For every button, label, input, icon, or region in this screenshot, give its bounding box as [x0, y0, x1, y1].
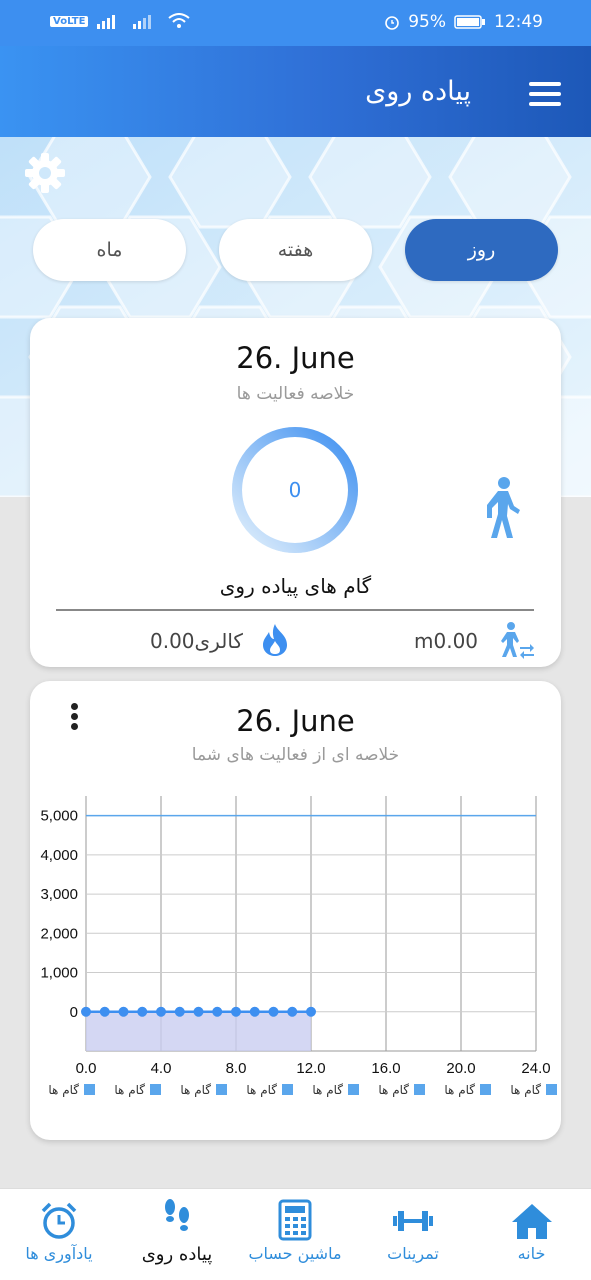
activity-summary-card: 26. June خلاصه فعالیت ها 0 گام های پیاده…	[30, 318, 561, 667]
signal-icon	[97, 15, 116, 29]
legend-swatch	[282, 1084, 293, 1095]
x-tick-label: 24.0	[521, 1060, 550, 1077]
legend-swatch	[348, 1084, 359, 1095]
activity-chart-card: 26. June خلاصه ای از فعالیت های شما 0.0 4…	[30, 681, 561, 1140]
divider	[56, 609, 534, 611]
legend-label: گام ها	[378, 1083, 409, 1097]
nav-label-walking: پیاده روی	[141, 1244, 213, 1265]
home-icon	[511, 1204, 552, 1239]
nav-walking[interactable]: پیاده روی	[118, 1189, 236, 1280]
y-tick-label: 3,000	[40, 886, 78, 903]
nav-label-home: خانه	[517, 1244, 546, 1263]
data-point	[99, 1006, 110, 1017]
x-tick-label: 12.0	[296, 1060, 325, 1077]
y-tick-label: 0	[70, 1004, 78, 1021]
x-tick-label: 16.0	[371, 1060, 400, 1077]
dumbbell-icon	[393, 1211, 433, 1231]
data-point	[212, 1006, 223, 1017]
data-point	[156, 1006, 166, 1017]
legend-label: گام ها	[444, 1083, 475, 1097]
legend-swatch	[150, 1084, 161, 1095]
x-tick-label: 0.0	[76, 1060, 97, 1077]
x-tick-label: 8.0	[226, 1060, 247, 1077]
data-point	[193, 1006, 204, 1017]
data-point	[306, 1006, 316, 1017]
steps-chart: 0.0 4.0 8.0 12.0 16.0 20.0 24.0 0 1,000 2,000 3,00…	[40, 796, 557, 1097]
legend-swatch	[480, 1084, 491, 1095]
battery-icon	[454, 15, 485, 29]
nav-calculator[interactable]: ماشین حساب	[236, 1189, 354, 1280]
data-point	[287, 1006, 298, 1017]
fire-icon	[263, 624, 287, 656]
series-area	[86, 1011, 311, 1051]
summary-subtitle: خلاصه فعالیت ها	[236, 384, 355, 404]
data-point	[137, 1006, 148, 1017]
nav-home[interactable]: خانه	[472, 1189, 591, 1280]
legend-swatch	[84, 1084, 95, 1095]
legend-swatch	[546, 1084, 557, 1095]
nav-label-exercises: تمرینات	[387, 1244, 439, 1263]
battery-percent: 95%	[408, 12, 446, 32]
legend-swatch	[414, 1084, 425, 1095]
legend-label: گام ها	[180, 1083, 211, 1097]
tab-day[interactable]: روز	[405, 219, 558, 281]
steps-label: گام های پیاده روی	[219, 574, 372, 598]
data-point	[118, 1006, 129, 1017]
tab-month[interactable]: ماه	[33, 219, 186, 281]
calculator-icon	[278, 1199, 312, 1241]
nav-label-reminders: یادآوری ها	[25, 1244, 93, 1263]
data-point	[231, 1006, 241, 1017]
y-tick-label: 5,000	[40, 808, 78, 825]
signal-icon-2	[133, 15, 152, 29]
data-point	[174, 1006, 185, 1017]
legend-label: گام ها	[246, 1083, 277, 1097]
walking-person-icon	[487, 477, 520, 538]
alarm-icon	[385, 16, 400, 30]
y-tick-label: 2,000	[40, 925, 78, 942]
legend-label: گام ها	[114, 1083, 145, 1097]
footsteps-icon	[165, 1199, 189, 1231]
data-point	[268, 1006, 279, 1017]
network-indicators: VoLTE	[50, 13, 191, 29]
steps-count: 0	[288, 478, 302, 502]
bottom-navigation: یادآوری ها پیاده روی ماشین حساب تمرینات …	[0, 1188, 591, 1280]
legend-swatch	[216, 1084, 227, 1095]
nav-reminders[interactable]: یادآوری ها	[0, 1189, 118, 1280]
app-bar: پیاده روی	[0, 46, 591, 137]
hamburger-menu-icon[interactable]	[529, 82, 561, 106]
y-tick-label: 1,000	[40, 965, 78, 982]
y-tick-label: 4,000	[40, 847, 78, 864]
legend-label: گام ها	[312, 1083, 343, 1097]
clock: 12:49	[494, 12, 543, 32]
tab-week[interactable]: هفته	[219, 219, 372, 281]
status-right: 95% 12:49	[384, 12, 543, 32]
nav-exercises[interactable]: تمرینات	[354, 1189, 472, 1280]
settings-gear-icon[interactable]	[24, 152, 66, 194]
alarm-clock-icon	[41, 1202, 77, 1239]
app-title: پیاده روی	[365, 76, 471, 107]
legend-label: گام ها	[510, 1083, 541, 1097]
nav-label-calculator: ماشین حساب	[248, 1244, 342, 1263]
x-tick-label: 4.0	[151, 1060, 172, 1077]
distance-walk-icon	[501, 622, 534, 659]
calories-value: 0.00کالری	[150, 629, 243, 653]
volte-badge: VoLTE	[50, 15, 89, 27]
data-point	[249, 1006, 260, 1017]
data-point	[81, 1006, 91, 1017]
wifi-icon	[168, 13, 191, 28]
distance-value: m0.00	[414, 629, 479, 653]
legend-label: گام ها	[48, 1083, 79, 1097]
summary-date: 26. June	[236, 341, 355, 375]
status-bar: VoLTE 95% 12:49	[0, 0, 591, 46]
x-tick-label: 20.0	[446, 1060, 475, 1077]
